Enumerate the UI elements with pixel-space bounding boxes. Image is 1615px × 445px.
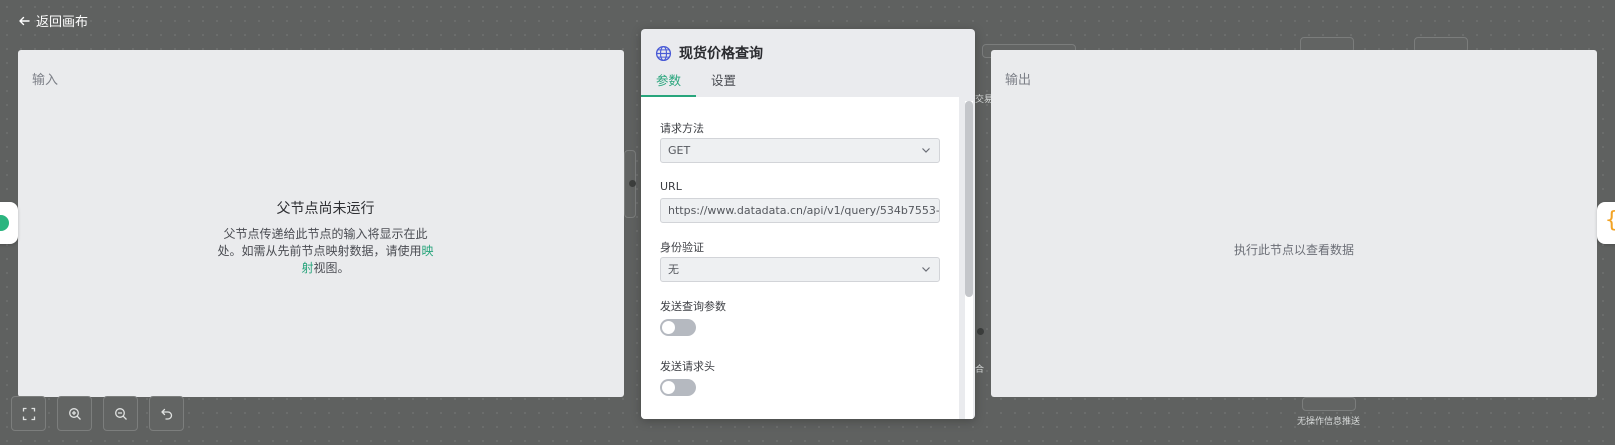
- send-query-label: 发送查询参数: [660, 300, 726, 313]
- canvas-connector-dot: [629, 180, 636, 187]
- canvas-node: [1302, 397, 1356, 411]
- tab-settings[interactable]: 设置: [696, 73, 751, 95]
- toggle-knob: [662, 321, 675, 334]
- auth-select[interactable]: 无: [660, 257, 940, 282]
- input-panel-title: 输入: [32, 73, 59, 88]
- method-value: GET: [668, 144, 691, 157]
- zoom-out-icon: [114, 407, 127, 420]
- json-view-handle[interactable]: {: [1597, 202, 1615, 244]
- method-label: 请求方法: [660, 122, 704, 135]
- send-query-toggle[interactable]: [660, 319, 696, 336]
- parameters-form: 请求方法 GET URL https://www.datadata.cn/api…: [641, 97, 959, 419]
- empty-desc-suffix: 视图。: [313, 261, 350, 275]
- zoom-in-icon: [68, 407, 81, 420]
- empty-desc-text: 父节点传递给此节点的输入将显示在此处。如需从先前节点映射数据，请使用: [217, 227, 428, 258]
- output-panel: 输出 执行此节点以查看数据: [991, 50, 1597, 397]
- url-value: https://www.datadata.cn/api/v1/query/534…: [668, 204, 940, 217]
- empty-state-title: 父节点尚未运行: [276, 201, 375, 217]
- input-panel: 输入 父节点尚未运行 父节点传递给此节点的输入将显示在此处。如需从先前节点映射数…: [18, 50, 624, 397]
- send-headers-toggle[interactable]: [660, 379, 696, 396]
- zoom-out-button[interactable]: [103, 396, 138, 431]
- globe-icon: [655, 45, 672, 61]
- empty-state-description: 父节点传递给此节点的输入将显示在此处。如需从先前节点映射数据，请使用映射视图。: [213, 226, 438, 277]
- fullscreen-icon: [22, 407, 35, 420]
- fit-view-button[interactable]: [11, 396, 46, 431]
- undo-button[interactable]: [149, 396, 184, 431]
- status-dot-icon: [0, 215, 9, 231]
- arrow-left-icon: [19, 16, 30, 25]
- canvas-connector-dot: [977, 328, 984, 335]
- canvas-node-label: 无操作信息推送: [1297, 417, 1361, 427]
- node-title: 现货价格查询: [679, 46, 763, 62]
- chevron-down-icon: [922, 148, 930, 153]
- canvas-node-label: 合: [975, 365, 985, 375]
- back-to-canvas-label: 返回画布: [36, 15, 89, 30]
- form-scrollbar[interactable]: [965, 101, 973, 419]
- output-panel-title: 输出: [1005, 73, 1032, 88]
- chevron-down-icon: [922, 267, 930, 272]
- canvas-zoom-controls: [11, 396, 184, 431]
- tab-parameters[interactable]: 参数: [641, 73, 697, 97]
- scrollbar-thumb[interactable]: [965, 101, 973, 297]
- back-to-canvas-link[interactable]: 返回画布: [18, 11, 88, 30]
- node-tabs: 参数 设置: [641, 73, 751, 97]
- zoom-in-button[interactable]: [57, 396, 92, 431]
- send-headers-label: 发送请求头: [660, 360, 715, 373]
- url-input[interactable]: https://www.datadata.cn/api/v1/query/534…: [660, 198, 940, 223]
- modal-header: 现货价格查询: [655, 43, 763, 63]
- auth-label: 身份验证: [660, 241, 704, 254]
- input-node-handle[interactable]: [0, 202, 18, 244]
- output-empty-hint: 执行此节点以查看数据: [1233, 243, 1354, 257]
- auth-value: 无: [668, 263, 679, 276]
- method-select[interactable]: GET: [660, 138, 940, 163]
- toggle-knob: [662, 381, 675, 394]
- url-label: URL: [660, 180, 682, 193]
- json-brace-icon: {: [1605, 208, 1615, 233]
- input-empty-state: 父节点尚未运行 父节点传递给此节点的输入将显示在此处。如需从先前节点映射数据，请…: [213, 198, 438, 277]
- undo-icon: [160, 408, 172, 420]
- node-parameters-modal: 现货价格查询 参数 设置 请求方法 GET URL https://www.da…: [641, 29, 975, 419]
